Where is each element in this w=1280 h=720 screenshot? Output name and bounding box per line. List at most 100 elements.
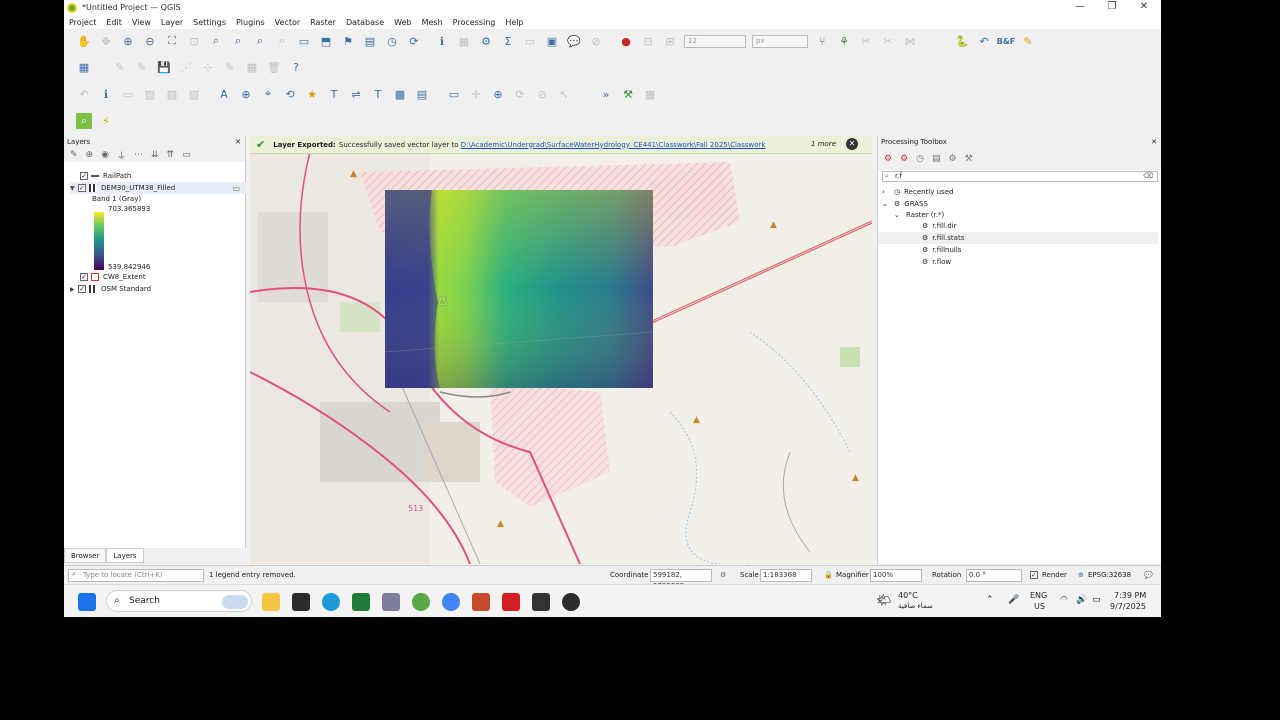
file-explorer-icon[interactable]	[262, 593, 280, 611]
layer-checkbox[interactable]: ✓	[78, 285, 86, 293]
clock-date[interactable]: 9/7/2025	[1110, 602, 1146, 611]
label-props-icon[interactable]: T	[370, 86, 386, 102]
menu-help[interactable]: Help	[505, 18, 523, 27]
calculator-icon[interactable]	[532, 593, 550, 611]
render-checkbox[interactable]: ✓	[1030, 571, 1038, 579]
new-map-view-icon[interactable]: ▭	[296, 33, 312, 49]
zoom-native-icon[interactable]: ⌕	[230, 33, 246, 49]
coordinate-field[interactable]: 599182, 2725565	[650, 569, 712, 590]
menu-layer[interactable]: Layer	[161, 18, 183, 27]
layer-item-cw8[interactable]: ✓ CW8_Extent	[80, 271, 146, 283]
scale-field[interactable]: 1:183368	[760, 569, 812, 582]
split-icon[interactable]: ✂	[858, 33, 874, 49]
messages-icon[interactable]: 💬	[1144, 571, 1153, 579]
menu-raster[interactable]: Raster	[310, 18, 336, 27]
measure-icon[interactable]: ▭	[522, 33, 538, 49]
identify-features-icon[interactable]: ℹ	[98, 86, 114, 102]
remove-layer-icon[interactable]: ▭	[182, 150, 191, 160]
save-edits-icon[interactable]: 💾	[156, 59, 172, 75]
modify-attrs-icon[interactable]: ✎	[222, 59, 238, 75]
edit-features-icon[interactable]: ⚙	[949, 154, 957, 164]
volume-icon[interactable]: 🔊	[1076, 595, 1087, 605]
reshape-icon[interactable]: ✂	[880, 33, 896, 49]
collapse-all-icon[interactable]: ⇈	[167, 150, 175, 160]
toggle-extents-icon[interactable]: ⚙	[720, 571, 726, 579]
style-icon[interactable]: ✎	[70, 150, 78, 160]
models-icon[interactable]: ⚙	[884, 154, 892, 164]
clock-time[interactable]: 7:39 PM	[1114, 591, 1146, 600]
menu-vector[interactable]: Vector	[275, 18, 301, 27]
globe-icon[interactable]: ⊕	[490, 86, 506, 102]
mic-icon[interactable]: 🎤	[1008, 595, 1019, 605]
arrow-icon[interactable]: ↖	[556, 86, 572, 102]
close-button[interactable]: ✕	[1128, 0, 1160, 15]
edit-plugin-icon[interactable]: ✎	[1020, 33, 1036, 49]
zoom-last-icon[interactable]: ⌕	[252, 33, 268, 49]
filter-expr-icon[interactable]: ⋯	[134, 150, 143, 160]
field-calc-icon[interactable]: ▨	[186, 86, 202, 102]
zoom-in-icon[interactable]: ⊕	[120, 33, 136, 49]
magnify-plugin-icon[interactable]: ⌕	[76, 113, 92, 129]
cut-icon[interactable]: 🗑	[266, 59, 282, 75]
collapse-icon[interactable]: ⌄	[894, 211, 906, 219]
statistics-icon[interactable]: Σ	[500, 33, 516, 49]
highlight-label-icon[interactable]: ★	[304, 86, 320, 102]
map-canvas[interactable]: ▲ ▲ ▲ ▲ ▲ 513 ☝	[250, 152, 872, 564]
powerpoint-icon[interactable]	[472, 593, 490, 611]
menu-view[interactable]: View	[132, 18, 151, 27]
pin-label-icon[interactable]: ⊕	[238, 86, 254, 102]
temporal-icon[interactable]: ◷	[384, 33, 400, 49]
acrobat-icon[interactable]	[502, 593, 520, 611]
zoom-full-icon[interactable]: ⛶	[164, 33, 180, 49]
tree-item-r-flow[interactable]: ⚙ r.flow	[922, 256, 951, 268]
font-size-spinbox[interactable]: 12	[684, 34, 746, 48]
results-icon[interactable]: ▤	[932, 154, 941, 164]
edge-icon[interactable]	[322, 593, 340, 611]
undo-icon[interactable]: ↶	[76, 86, 92, 102]
tab-layers[interactable]: Layers	[106, 548, 144, 563]
locate-input[interactable]: Type to locate (Ctrl+K)	[68, 569, 204, 582]
tab-browser[interactable]: Browser	[64, 548, 107, 563]
unit-dropdown[interactable]: px	[752, 34, 808, 48]
lock-icon[interactable]: ⊘	[534, 86, 550, 102]
toolbox-icon[interactable]: ⚙	[478, 33, 494, 49]
diagram-icon[interactable]: ▩	[392, 86, 408, 102]
expand-icon[interactable]: ▶	[70, 286, 78, 293]
callout-icon[interactable]: ▤	[414, 86, 430, 102]
digitize-icon[interactable]: ●	[618, 33, 634, 49]
wifi-icon[interactable]: ◠	[1060, 595, 1068, 605]
crs-button[interactable]: EPSG:32638	[1088, 571, 1131, 579]
collapse-icon[interactable]: ⌄	[882, 200, 894, 208]
toolbox-search-input[interactable]: r.f	[882, 171, 1158, 182]
manage-visibility-icon[interactable]: ◉	[101, 150, 109, 160]
rotation-field[interactable]: 0.0 °	[966, 569, 1022, 582]
options-icon[interactable]: ⚒	[965, 154, 973, 164]
app-icon[interactable]	[382, 593, 400, 611]
terminal-icon[interactable]	[292, 593, 310, 611]
pan-icon[interactable]: ✋	[76, 33, 92, 49]
chrome-icon[interactable]	[442, 593, 460, 611]
collapse-icon[interactable]: ▼	[70, 185, 78, 192]
minimize-button[interactable]: —	[1064, 0, 1096, 15]
map-tips-icon[interactable]: 💬	[566, 33, 582, 49]
show-hide-label-icon[interactable]: ⌖	[260, 86, 276, 102]
network-icon[interactable]: ⚘	[836, 33, 852, 49]
expand-icon[interactable]: ›	[882, 188, 894, 196]
snapping-icon[interactable]: ⊟	[640, 33, 656, 49]
tree-item-r-fill-dir[interactable]: ⚙ r.fill.dir	[922, 220, 957, 232]
add-group-icon[interactable]: ⊕	[86, 150, 94, 160]
help-icon[interactable]: ?	[288, 59, 304, 75]
close-panel-icon[interactable]: ✕	[235, 136, 241, 148]
message-link[interactable]: D:\Academic\Undergrad\SurfaceWaterHydrol…	[461, 141, 766, 149]
filter-icon[interactable]: ⏚	[117, 149, 126, 162]
zoom-out-icon[interactable]: ⊖	[142, 33, 158, 49]
new-3d-view-icon[interactable]: ⬒	[318, 33, 334, 49]
refresh-icon[interactable]: ⟳	[406, 33, 422, 49]
bookmark-icon[interactable]: ⚑	[340, 33, 356, 49]
toggle-editing-icon[interactable]: ✎	[134, 59, 150, 75]
current-edits-icon[interactable]: ✎	[112, 59, 128, 75]
start-icon[interactable]	[78, 593, 96, 611]
clear-search-icon[interactable]: ⌫	[1143, 172, 1153, 180]
menu-project[interactable]: Project	[69, 18, 96, 27]
battery-icon[interactable]: ▭	[1092, 595, 1101, 605]
